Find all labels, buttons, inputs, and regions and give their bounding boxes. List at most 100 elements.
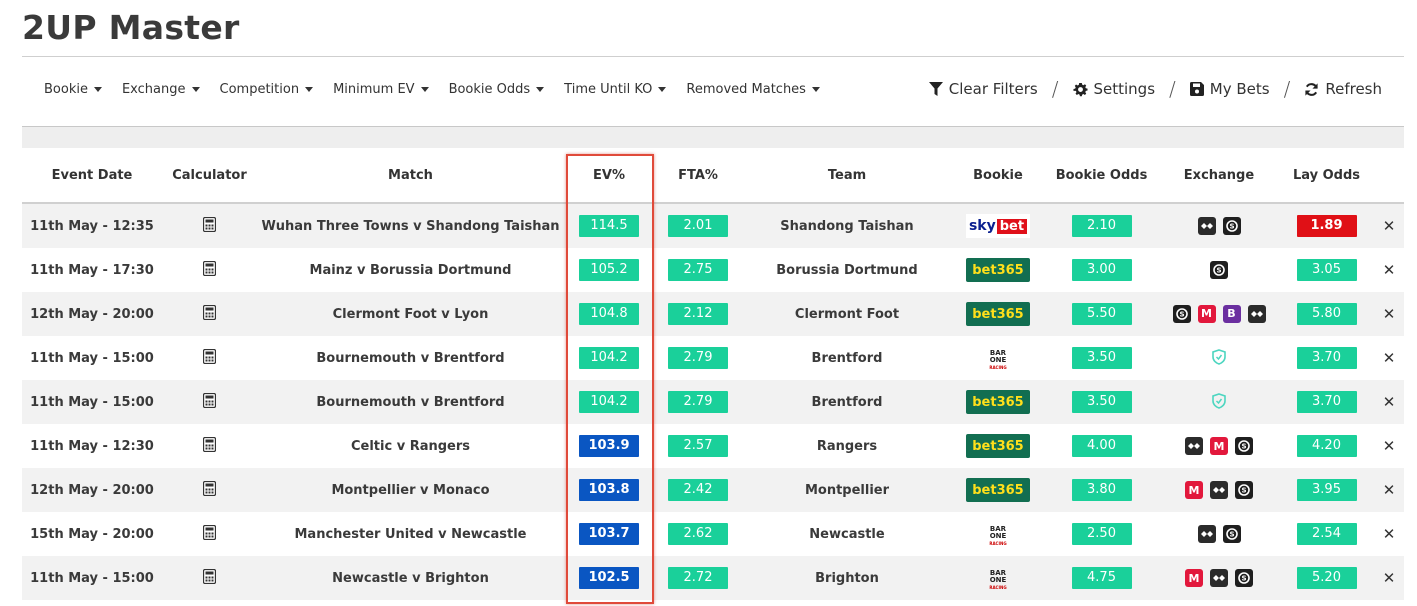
bet365-logo: bet365 [966,302,1030,326]
exchange-icons: S [1197,525,1241,543]
betfair-icon [1197,525,1216,543]
ev-cell: 104.2 [564,380,654,424]
header-lay-odds[interactable]: Lay Odds [1279,148,1374,204]
event-date-cell: 11th May - 12:35 [22,203,162,248]
filter-bookie-odds[interactable]: Bookie Odds [449,82,545,97]
refresh-button[interactable]: Refresh [1304,80,1382,98]
event-date: 11th May - 12:35 [30,218,154,234]
calculator-icon[interactable] [202,480,217,500]
match-cell: Mainz v Borussia Dortmund [257,248,564,292]
filter-exchange[interactable]: Exchange [122,82,200,97]
header-bookie[interactable]: Bookie [952,148,1044,204]
refresh-label: Refresh [1325,80,1382,98]
fta-value: 2.62 [668,523,728,545]
calculator-cell [162,512,257,556]
calculator-cell [162,203,257,248]
calculator-icon[interactable] [202,436,217,456]
header-team[interactable]: Team [742,148,952,204]
bookie-cell: bet365 [952,424,1044,468]
exchange-cell: S [1159,512,1279,556]
team-cell: Brighton [742,556,952,600]
caret-down-icon [811,86,820,92]
match-name: Manchester United v Newcastle [294,526,527,542]
close-icon[interactable]: ✕ [1383,305,1396,323]
bookie-cell: bet365 [952,468,1044,512]
calculator-icon[interactable] [202,524,217,544]
exchange-icons: S [1197,217,1241,235]
fta-value: 2.79 [668,347,728,369]
match-name: Montpellier v Monaco [331,482,490,498]
bookie-cell: bet365 [952,292,1044,336]
settings-label: Settings [1093,80,1156,98]
caret-down-icon [536,86,545,92]
filter-minimum-ev[interactable]: Minimum EV [333,82,429,97]
event-date-cell: 11th May - 17:30 [22,248,162,292]
close-icon[interactable]: ✕ [1383,217,1396,235]
table-header-row: Event Date Calculator Match EV% FTA% Tea… [22,148,1404,204]
matchbook-glyph: M [1201,307,1212,320]
filter-removed-matches[interactable]: Removed Matches [686,82,820,97]
lay-odds-cell: 3.05 [1279,248,1374,292]
lay-odds-value: 5.20 [1296,567,1357,589]
close-icon[interactable]: ✕ [1383,569,1396,587]
barone-logo-line3: RACING [989,540,1007,546]
calculator-cell [162,292,257,336]
table-row: 11th May - 12:30 Celtic v Rangers 103.9 2.5… [22,424,1404,468]
close-icon[interactable]: ✕ [1383,437,1396,455]
table-row: 11th May - 15:00 Bournemouth v Brentford 1… [22,336,1404,380]
table-row: 15th May - 20:00 Manchester United v Newc… [22,512,1404,556]
header-ev[interactable]: EV% [564,148,654,204]
header-bookie-odds[interactable]: Bookie Odds [1044,148,1159,204]
close-icon[interactable]: ✕ [1383,525,1396,543]
bookie-cell: bet365 [952,248,1044,292]
match-cell: Newcastle v Brighton [257,556,564,600]
team-cell: Shandong Taishan [742,203,952,248]
filter-competition[interactable]: Competition [220,82,314,97]
filter-time-until-ko[interactable]: Time Until KO [564,82,667,97]
caret-down-icon [191,86,200,92]
lay-odds-value: 1.89 [1296,215,1357,237]
table-row: 12th May - 20:00 Clermont Foot v Lyon 104.… [22,292,1404,336]
filter-bookie[interactable]: Bookie [44,82,102,97]
betfair-icon [1210,569,1228,587]
fta-cell: 2.01 [654,203,742,248]
calculator-icon[interactable] [202,260,217,280]
filter-label: Bookie [44,81,88,97]
header-fta[interactable]: FTA% [654,148,742,204]
lay-odds-cell: 5.80 [1279,292,1374,336]
fta-value: 2.42 [668,479,728,501]
fta-value: 2.75 [668,259,728,281]
filter-label: Competition [219,81,300,97]
remove-cell: ✕ [1374,203,1404,248]
header-match[interactable]: Match [257,148,564,204]
clear-filters-button[interactable]: Clear Filters [928,80,1038,98]
ev-cell: 103.8 [564,468,654,512]
header-exchange[interactable]: Exchange [1159,148,1279,204]
calculator-icon[interactable] [202,568,217,588]
settings-button[interactable]: Settings [1072,80,1156,98]
calculator-icon[interactable] [202,304,217,324]
event-date-cell: 12th May - 20:00 [22,292,162,336]
fta-cell: 2.42 [654,468,742,512]
filter-label: Removed Matches [686,81,806,97]
svg-text:S: S [1229,531,1234,539]
team-name: Brentford [811,394,883,410]
bookie-odds-value: 3.50 [1071,391,1132,413]
bet365-logo-text: bet365 [972,394,1024,410]
bookie-odds-value: 4.75 [1071,567,1132,589]
close-icon[interactable]: ✕ [1383,349,1396,367]
bookie-odds-cell: 2.50 [1044,512,1159,556]
calculator-icon[interactable] [202,348,217,368]
close-icon[interactable]: ✕ [1383,393,1396,411]
betdaq-glyph: B [1227,307,1236,320]
close-icon[interactable]: ✕ [1383,261,1396,279]
ev-value: 104.2 [579,391,639,413]
my-bets-button[interactable]: My Bets [1189,80,1270,98]
header-event-date[interactable]: Event Date [22,148,162,204]
close-icon[interactable]: ✕ [1383,481,1396,499]
filter-label: Exchange [121,81,186,97]
calculator-icon[interactable] [202,392,217,412]
table-row: 12th May - 20:00 Montpellier v Monaco 103.… [22,468,1404,512]
calculator-icon[interactable] [202,216,217,236]
ev-cell: 105.2 [564,248,654,292]
